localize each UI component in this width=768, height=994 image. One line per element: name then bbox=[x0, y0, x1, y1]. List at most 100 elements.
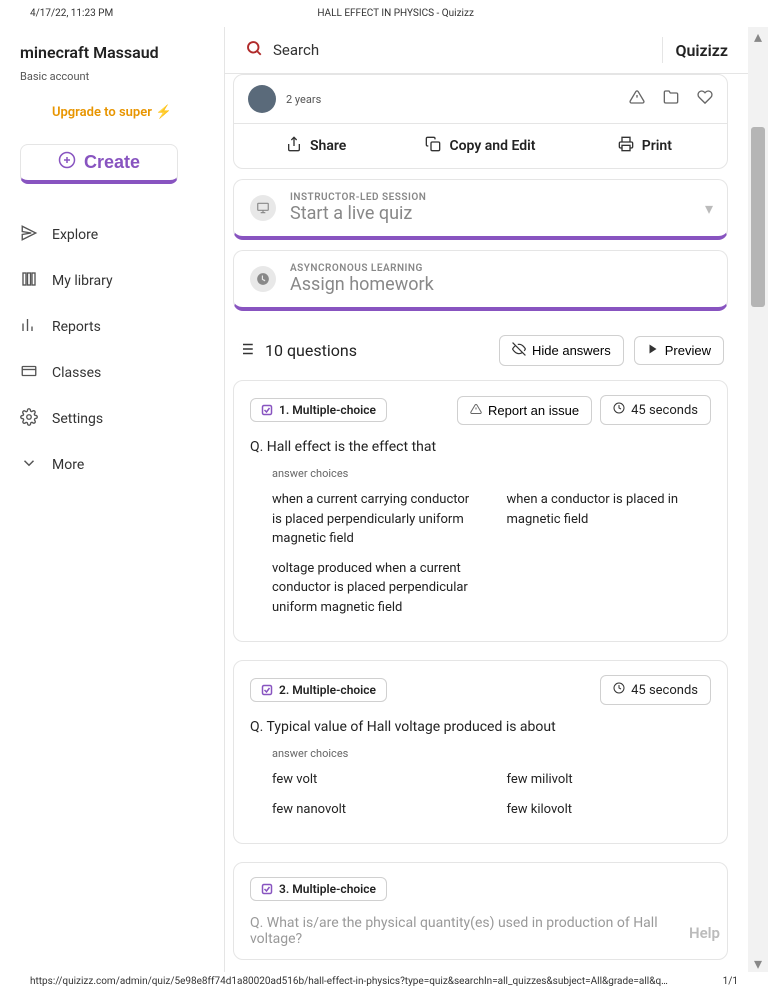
share-button[interactable]: Share bbox=[234, 124, 398, 168]
sidebar-item-more[interactable]: More bbox=[20, 442, 204, 488]
share-icon bbox=[286, 136, 302, 156]
copy-edit-button[interactable]: Copy and Edit bbox=[398, 124, 562, 168]
search-input[interactable]: Search bbox=[245, 39, 662, 61]
create-button[interactable]: Create bbox=[20, 144, 178, 184]
question-card: 1. Multiple-choice Report an issue 45 se… bbox=[233, 380, 728, 642]
explore-icon bbox=[20, 224, 38, 246]
sidebar-item-classes[interactable]: Classes bbox=[20, 350, 204, 396]
live-label: Start a live quiz bbox=[290, 203, 426, 224]
hide-answers-button[interactable]: Hide answers bbox=[499, 335, 624, 366]
live-tiny-label: INSTRUCTOR-LED SESSION bbox=[290, 192, 426, 203]
heart-icon[interactable] bbox=[697, 89, 713, 109]
footer-page: 1/1 bbox=[723, 976, 738, 987]
print-label: Print bbox=[642, 138, 672, 154]
search-icon bbox=[245, 39, 263, 61]
question-card: 3. Multiple-choice Q. What is/are the ph… bbox=[233, 862, 728, 960]
upgrade-label: Upgrade to super bbox=[52, 105, 152, 120]
question-text: Q. Typical value of Hall voltage produce… bbox=[250, 719, 711, 735]
scroll-up-arrow[interactable]: ▴ bbox=[748, 27, 768, 45]
time-pill: 45 seconds bbox=[600, 395, 711, 425]
footer-url: https://quizizz.com/admin/quiz/5e98e8ff7… bbox=[30, 976, 670, 987]
sidebar-item-explore[interactable]: Explore bbox=[20, 212, 204, 258]
report-issue-button[interactable]: Report an issue bbox=[457, 396, 592, 425]
answer-choice: few nanovolt bbox=[272, 800, 477, 820]
library-icon bbox=[20, 270, 38, 292]
preview-button[interactable]: Preview bbox=[634, 336, 724, 365]
time-label: 45 seconds bbox=[631, 403, 698, 418]
hide-answers-label: Hide answers bbox=[532, 343, 611, 358]
sidebar-item-label: Explore bbox=[52, 227, 98, 243]
gear-icon bbox=[20, 408, 38, 430]
sidebar-item-settings[interactable]: Settings bbox=[20, 396, 204, 442]
scrollbar-thumb[interactable] bbox=[751, 127, 765, 307]
print-header: 4/17/22, 11:23 PM HALL EFFECT IN PHYSICS… bbox=[0, 0, 768, 27]
question-type-pill: 3. Multiple-choice bbox=[250, 877, 387, 901]
question-text: Q. What is/are the physical quantity(es)… bbox=[250, 915, 711, 947]
clock-icon bbox=[613, 402, 625, 418]
quiz-age: 2 years bbox=[286, 93, 321, 106]
classes-icon bbox=[20, 362, 38, 384]
question-count: 10 questions bbox=[265, 341, 357, 360]
preview-label: Preview bbox=[665, 343, 711, 358]
sidebar: minecraft Massaud Basic account Upgrade … bbox=[0, 27, 225, 972]
answer-choices-label: answer choices bbox=[272, 467, 711, 480]
sidebar-item-library[interactable]: My library bbox=[20, 258, 204, 304]
search-placeholder: Search bbox=[273, 41, 319, 59]
question-type-pill: 1. Multiple-choice bbox=[250, 398, 387, 422]
copy-label: Copy and Edit bbox=[449, 138, 535, 154]
chevron-down-icon: ▾ bbox=[705, 199, 713, 218]
eye-off-icon bbox=[512, 342, 526, 359]
print-title: HALL EFFECT IN PHYSICS - Quizizz bbox=[317, 8, 474, 19]
answer-choice: voltage produced when a current conducto… bbox=[272, 559, 477, 618]
create-label: Create bbox=[84, 152, 140, 173]
brand: Quizizz bbox=[662, 37, 728, 63]
bolt-icon: ⚡ bbox=[156, 105, 172, 120]
upgrade-link[interactable]: Upgrade to super ⚡ bbox=[20, 101, 204, 120]
sidebar-item-label: Settings bbox=[52, 411, 103, 427]
question-type-pill: 2. Multiple-choice bbox=[250, 678, 387, 702]
help-button[interactable]: Help bbox=[689, 924, 720, 942]
list-icon bbox=[237, 340, 255, 362]
scrollbar[interactable]: ▴ ▾ bbox=[748, 27, 768, 972]
clock-icon bbox=[250, 266, 276, 292]
question-text: Q. Hall effect is the effect that bbox=[250, 439, 711, 455]
question-type-label: 1. Multiple-choice bbox=[279, 403, 376, 417]
print-footer: https://quizizz.com/admin/quiz/5e98e8ff7… bbox=[0, 972, 768, 991]
print-datetime: 4/17/22, 11:23 PM bbox=[30, 8, 113, 19]
report-label: Report an issue bbox=[488, 403, 579, 418]
question-type-label: 2. Multiple-choice bbox=[279, 683, 376, 697]
play-icon bbox=[647, 343, 659, 358]
sidebar-item-label: Reports bbox=[52, 319, 101, 335]
print-button[interactable]: Print bbox=[563, 124, 727, 168]
printer-icon bbox=[618, 136, 634, 156]
username: minecraft Massaud bbox=[20, 43, 204, 62]
assign-homework-button[interactable]: ASYNCRONOUS LEARNING Assign homework bbox=[233, 250, 728, 311]
answer-choice: when a current carrying conductor is pla… bbox=[272, 490, 477, 549]
account-type: Basic account bbox=[20, 70, 204, 83]
chevron-down-icon bbox=[20, 454, 38, 476]
presentation-icon bbox=[250, 195, 276, 221]
hw-label: Assign homework bbox=[290, 274, 434, 295]
question-card: 2. Multiple-choice 45 seconds Q. Typical… bbox=[233, 660, 728, 844]
reports-icon bbox=[20, 316, 38, 338]
sidebar-item-reports[interactable]: Reports bbox=[20, 304, 204, 350]
clock-icon bbox=[613, 682, 625, 698]
warning-icon[interactable] bbox=[629, 89, 645, 109]
warning-icon bbox=[470, 403, 482, 418]
answer-choice: few milivolt bbox=[507, 770, 712, 790]
time-label: 45 seconds bbox=[631, 683, 698, 698]
main-content: Search Quizizz 2 years bbox=[225, 27, 748, 972]
answer-choices-label: answer choices bbox=[272, 747, 711, 760]
share-label: Share bbox=[310, 138, 346, 154]
sidebar-item-label: More bbox=[52, 457, 84, 473]
start-live-quiz-button[interactable]: INSTRUCTOR-LED SESSION Start a live quiz… bbox=[233, 179, 728, 240]
copy-icon bbox=[425, 136, 441, 156]
answer-choice bbox=[507, 559, 712, 618]
question-type-label: 3. Multiple-choice bbox=[279, 882, 376, 896]
time-pill: 45 seconds bbox=[600, 675, 711, 705]
answer-choice: few kilovolt bbox=[507, 800, 712, 820]
folder-icon[interactable] bbox=[663, 89, 679, 109]
hw-tiny-label: ASYNCRONOUS LEARNING bbox=[290, 263, 434, 274]
scroll-down-arrow[interactable]: ▾ bbox=[748, 954, 768, 972]
sidebar-item-label: My library bbox=[52, 273, 113, 289]
